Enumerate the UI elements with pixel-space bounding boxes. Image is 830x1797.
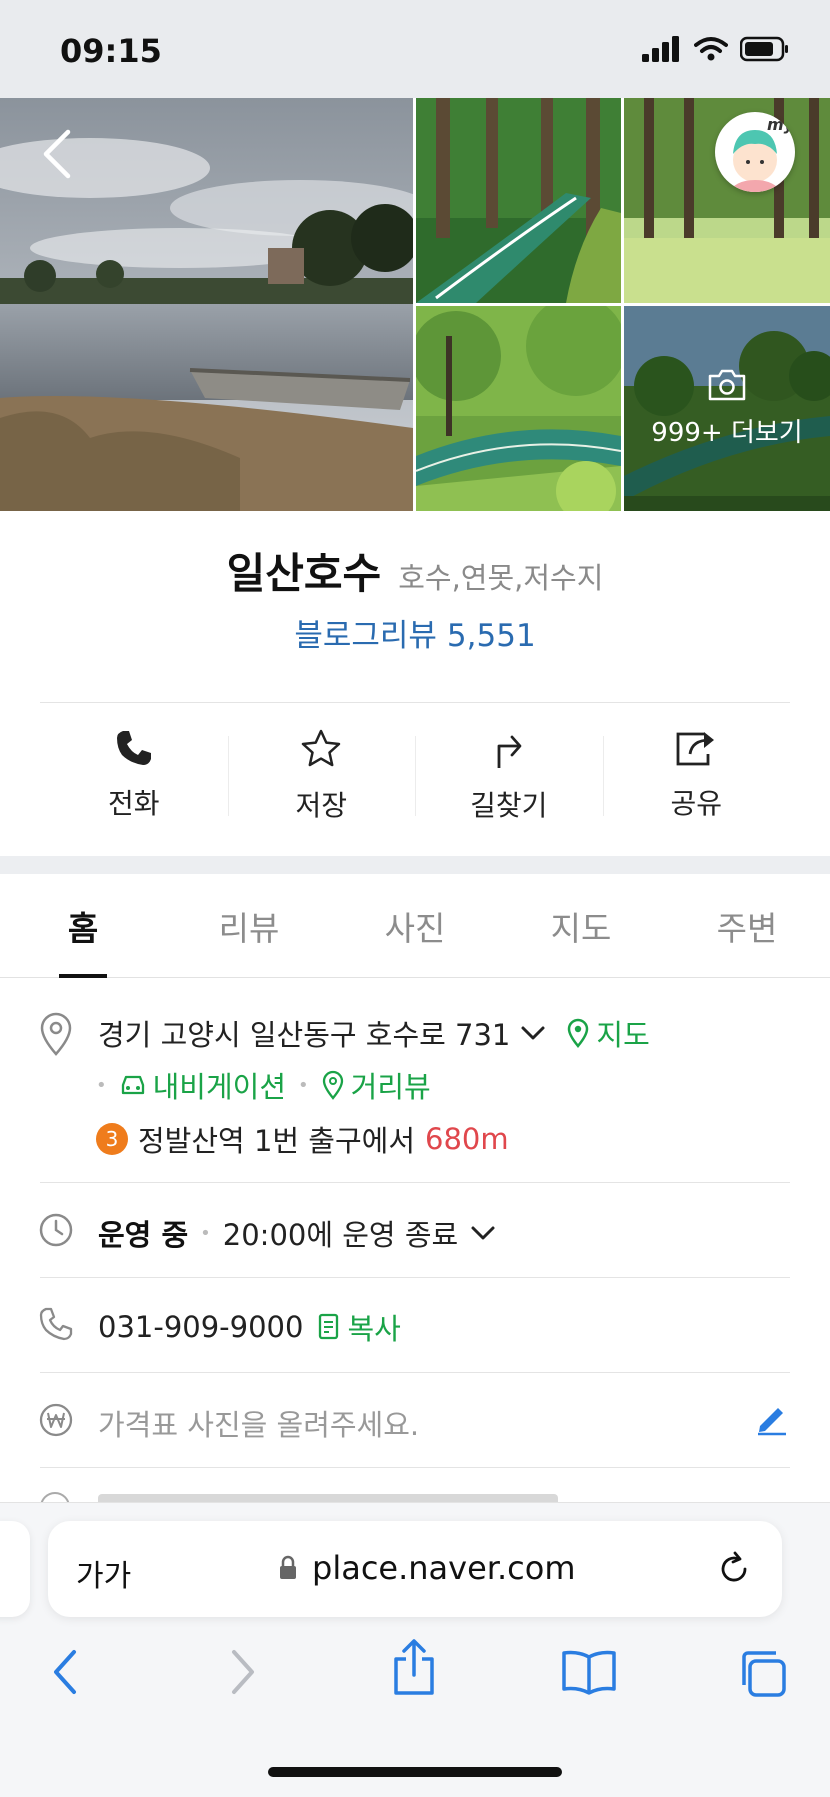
copy-button[interactable]: 복사 [317, 1306, 401, 1348]
tab-home[interactable]: 홈 [0, 874, 166, 977]
more-photos-button[interactable]: 999+ 더보기 [624, 306, 830, 511]
place-category: 호수,연못,저수지 [398, 561, 604, 595]
previous-tab-preview[interactable] [0, 1521, 30, 1617]
phone-number[interactable]: 031-909-9000 [98, 1310, 303, 1344]
navigation-row: • 내비게이션 • 거리뷰 [96, 1064, 431, 1106]
main-photo[interactable] [0, 98, 413, 511]
photo-thumbnail[interactable] [416, 306, 621, 511]
location-pin-icon [40, 1012, 72, 1056]
street-view-link[interactable]: 거리뷰 [321, 1064, 431, 1106]
chevron-down-icon[interactable] [470, 1224, 496, 1242]
tab-reviews[interactable]: 리뷰 [166, 874, 332, 977]
blog-review-link[interactable]: 블로그리뷰 5,551 [0, 610, 830, 655]
call-label: 전화 [107, 787, 160, 820]
share-button[interactable]: 공유 [602, 712, 791, 832]
save-label: 저장 [295, 789, 348, 822]
phone-icon [116, 731, 151, 765]
map-pin-icon [568, 1018, 589, 1048]
place-name: 일산호수 [226, 549, 382, 598]
station-distance: 680m [425, 1122, 509, 1156]
station-text: 정발산역 1번 출구에서 [138, 1124, 416, 1158]
subway-row: 3 정발산역 1번 출구에서 680m [96, 1118, 509, 1160]
tab-photos[interactable]: 사진 [332, 874, 498, 977]
share-sheet-icon[interactable] [390, 1637, 438, 1697]
section-separator [0, 856, 830, 874]
place-header: 일산호수 호수,연못,저수지 [0, 540, 830, 601]
photo-gallery: my 999+ 더보기 [0, 98, 830, 511]
hours-detail: 20:00에 운영 종료 [222, 1218, 459, 1252]
won-currency-icon [39, 1403, 73, 1437]
home-indicator [268, 1767, 562, 1777]
tabs-icon[interactable] [736, 1647, 788, 1699]
address-text: 경기 고양시 일산동구 호수로 731 [98, 1018, 511, 1052]
reload-icon[interactable] [714, 1549, 754, 1589]
save-button[interactable]: 저장 [227, 712, 416, 832]
navigation-toolbar [0, 1637, 830, 1717]
navigation-label: 내비게이션 [152, 1070, 287, 1104]
my-profile-avatar[interactable]: my [715, 112, 795, 192]
tab-nearby[interactable]: 주변 [664, 874, 830, 977]
copy-label: 복사 [347, 1312, 401, 1346]
divider [40, 1277, 790, 1278]
directions-icon [497, 735, 522, 768]
call-button[interactable]: 전화 [40, 712, 228, 832]
share-label: 공유 [670, 787, 723, 820]
clock-icon [39, 1213, 73, 1247]
bookmarks-icon[interactable] [560, 1647, 618, 1697]
subway-line-badge: 3 [96, 1123, 128, 1155]
navigation-link[interactable]: 내비게이션 [119, 1064, 286, 1106]
status-bar: 09:15 [0, 0, 830, 98]
share-icon [676, 732, 715, 766]
battery-icon [740, 36, 788, 62]
map-link-label: 지도 [596, 1018, 650, 1052]
directions-button[interactable]: 길찾기 [415, 712, 603, 832]
action-bar: 전화 저장 길찾기 공유 [40, 712, 790, 832]
divider [40, 1372, 790, 1373]
directions-label: 길찾기 [470, 789, 548, 822]
blog-review-count: 5,551 [446, 618, 536, 654]
back-icon[interactable] [36, 126, 76, 182]
address-bar[interactable]: 가가 place.naver.com [48, 1521, 782, 1617]
separator-dot: • [200, 1222, 211, 1244]
browser-toolbar: 가가 place.naver.com [0, 1502, 830, 1797]
status-time: 09:15 [60, 32, 162, 70]
street-view-pin-icon [322, 1070, 343, 1100]
tab-map[interactable]: 지도 [498, 874, 664, 977]
lock-icon [280, 1555, 296, 1579]
tab-bar: 홈 리뷰 사진 지도 주변 [0, 874, 830, 978]
phone-outline-icon [39, 1307, 73, 1341]
url-text: place.naver.com [312, 1549, 576, 1587]
price-prompt[interactable]: 가격표 사진을 올려주세요. [98, 1402, 419, 1444]
hours-row[interactable]: 운영 중 • 20:00에 운영 종료 [98, 1212, 496, 1254]
signal-icon [642, 36, 679, 62]
photo-thumbnail[interactable] [416, 98, 621, 303]
copy-icon [319, 1313, 339, 1340]
blog-review-label: 블로그리뷰 [294, 618, 437, 654]
chevron-down-icon[interactable] [520, 1024, 546, 1042]
hours-status: 운영 중 [98, 1218, 189, 1252]
divider [40, 1467, 790, 1468]
separator-dot: • [298, 1074, 309, 1096]
map-link[interactable]: 지도 [566, 1012, 650, 1054]
divider [40, 1182, 790, 1183]
street-view-label: 거리뷰 [350, 1070, 431, 1104]
camera-icon [708, 369, 746, 401]
status-icons [642, 36, 790, 62]
more-photos-label: 999+ 더보기 [651, 418, 803, 448]
wifi-icon [694, 37, 728, 61]
divider [40, 702, 790, 703]
car-icon [121, 1075, 144, 1095]
separator-dot: • [96, 1074, 107, 1096]
star-icon [302, 729, 341, 767]
back-arrow-icon[interactable] [48, 1647, 82, 1697]
pencil-edit-icon[interactable] [754, 1400, 790, 1436]
text-size-button[interactable]: 가가 [76, 1551, 131, 1595]
url-display[interactable]: place.naver.com [278, 1549, 576, 1587]
forward-arrow-icon[interactable] [226, 1647, 260, 1697]
address-row[interactable]: 경기 고양시 일산동구 호수로 731 지도 [98, 1012, 650, 1054]
phone-row[interactable]: 031-909-9000 복사 [98, 1306, 401, 1348]
